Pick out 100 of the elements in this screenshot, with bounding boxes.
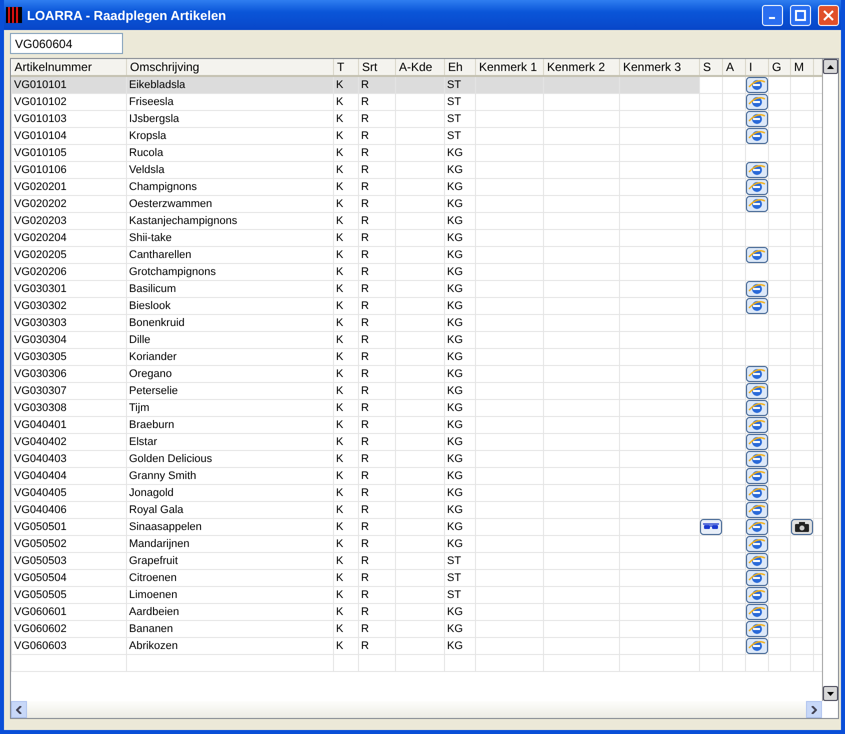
browser-e-icon[interactable] xyxy=(746,94,768,110)
browser-e-icon[interactable] xyxy=(746,298,768,314)
table-row[interactable]: VG010105 Rucola K R KG xyxy=(12,144,822,162)
table-row[interactable]: VG010101 Eikebladsla K R ST xyxy=(12,76,822,94)
column-header[interactable]: A-Kde xyxy=(396,59,444,76)
table-cell: K xyxy=(334,400,358,416)
browser-e-icon[interactable] xyxy=(746,282,768,296)
table-row[interactable]: VG040405 Jonagold K R KG xyxy=(12,484,822,502)
table-row[interactable]: VG010102 Friseesla K R ST xyxy=(12,94,822,110)
column-header[interactable]: S xyxy=(700,59,722,76)
vertical-scrollbar[interactable] xyxy=(822,59,838,701)
left-chevron-icon xyxy=(16,706,22,714)
table-row[interactable]: VG040402 Elstar K R KG xyxy=(12,434,822,450)
column-header[interactable]: Kenmerk 3 xyxy=(620,59,700,76)
table-row[interactable]: VG020201 Champignons K R KG xyxy=(12,178,822,196)
table-row[interactable]: VG030306 Oregano K R KG xyxy=(12,366,822,382)
table-row[interactable]: VG060603 Abrikozen K R KG xyxy=(12,638,822,654)
horizontal-scrollbar[interactable] xyxy=(11,701,822,718)
table-row[interactable]: VG060602 Bananen K R KG xyxy=(12,620,822,638)
table-row[interactable]: VG030301 Basilicum K R KG xyxy=(12,280,822,298)
browser-e-icon[interactable] xyxy=(746,536,768,552)
table-row[interactable]: VG050505 Limoenen K R ST xyxy=(12,586,822,604)
maximize-button[interactable] xyxy=(790,4,811,26)
browser-e-icon[interactable] xyxy=(746,180,768,194)
table-row[interactable]: VG010103 IJsbergsla K R ST xyxy=(12,110,822,128)
browser-e-icon[interactable] xyxy=(746,604,768,620)
table-row[interactable]: VG040406 Royal Gala K R KG xyxy=(12,502,822,518)
column-header[interactable]: Srt xyxy=(358,59,396,76)
table-row[interactable]: VG050502 Mandarijnen K R KG xyxy=(12,536,822,552)
browser-e-icon[interactable] xyxy=(746,400,768,416)
browser-e-icon[interactable] xyxy=(746,622,768,636)
browser-e-icon[interactable] xyxy=(746,418,768,432)
table-cell: K xyxy=(334,162,358,178)
scroll-right-button[interactable] xyxy=(806,701,822,718)
column-header[interactable]: G xyxy=(768,59,790,76)
table-row[interactable]: VG020206 Grotchampignons K R KG xyxy=(12,264,822,280)
column-header[interactable]: Kenmerk 2 xyxy=(544,59,620,76)
table-row[interactable]: VG030303 Bonenkruid K R KG xyxy=(12,314,822,332)
browser-e-icon[interactable] xyxy=(746,112,768,126)
browser-e-icon[interactable] xyxy=(746,77,768,93)
browser-e-icon[interactable] xyxy=(746,434,768,450)
column-header[interactable]: Omschrijving xyxy=(126,59,334,76)
table-row[interactable]: VG050503 Grapefruit K R ST xyxy=(12,552,822,570)
browser-e-icon[interactable] xyxy=(746,128,768,144)
close-button[interactable] xyxy=(818,4,839,26)
browser-e-icon[interactable] xyxy=(746,520,768,534)
table-row[interactable]: VG040404 Granny Smith K R KG xyxy=(12,468,822,484)
table-cell: VG040405 xyxy=(12,484,126,502)
browser-e-icon[interactable] xyxy=(746,384,768,398)
table-cell: R xyxy=(358,280,396,298)
column-header[interactable]: T xyxy=(334,59,358,76)
browser-e-icon[interactable] xyxy=(746,588,768,602)
table-row[interactable]: VG020204 Shii-take K R KG xyxy=(12,230,822,246)
browser-e-icon[interactable] xyxy=(746,366,768,382)
column-header[interactable]: M xyxy=(790,59,814,76)
table-row[interactable]: VG020205 Cantharellen K R KG xyxy=(12,246,822,264)
table-row[interactable]: VG030307 Peterselie K R KG xyxy=(12,382,822,400)
browser-e-icon[interactable] xyxy=(746,554,768,568)
table-row[interactable]: VG050501 Sinaasappelen K R KG xyxy=(12,518,822,536)
search-field[interactable]: VG060604 xyxy=(10,33,123,54)
table-cell: K xyxy=(334,94,358,110)
table-row[interactable]: VG030304 Dille K R KG xyxy=(12,332,822,348)
table-cell: R xyxy=(358,638,396,654)
table-row[interactable]: VG020202 Oesterzwammen K R KG xyxy=(12,196,822,212)
browser-e-icon[interactable] xyxy=(746,248,768,262)
table-row[interactable]: VG040401 Braeburn K R KG xyxy=(12,416,822,434)
browser-e-icon[interactable] xyxy=(746,570,768,586)
scroll-down-button[interactable] xyxy=(823,686,838,701)
table-row[interactable]: VG050504 Citroenen K R ST xyxy=(12,570,822,586)
table-row[interactable]: VG040403 Golden Delicious K R KG xyxy=(12,450,822,468)
browser-e-icon[interactable] xyxy=(746,162,768,178)
browser-e-icon[interactable] xyxy=(746,638,768,654)
browser-e-icon[interactable] xyxy=(746,486,768,500)
minimize-button[interactable] xyxy=(762,4,783,26)
column-header[interactable]: A xyxy=(722,59,746,76)
browser-e-icon[interactable] xyxy=(746,196,768,212)
browser-e-icon[interactable] xyxy=(746,502,768,518)
table-row[interactable]: VG010106 Veldsla K R KG xyxy=(12,162,822,178)
table-row[interactable]: VG060601 Aardbeien K R KG xyxy=(12,604,822,620)
table-cell: VG050504 xyxy=(12,570,126,586)
table-row[interactable]: VG030305 Koriander K R KG xyxy=(12,348,822,366)
column-header[interactable]: I xyxy=(746,59,768,76)
scroll-left-button[interactable] xyxy=(11,701,27,718)
camera-icon[interactable] xyxy=(792,520,812,534)
table-row[interactable]: VG010104 Kropsla K R ST xyxy=(12,128,822,144)
close-icon xyxy=(823,10,834,20)
table-cell: R xyxy=(358,178,396,196)
scroll-up-button[interactable] xyxy=(823,59,838,74)
table-row[interactable]: VG030302 Bieslook K R KG xyxy=(12,298,822,314)
table-row[interactable]: VG030308 Tijm K R KG xyxy=(12,400,822,416)
column-header[interactable]: Artikelnummer xyxy=(12,59,126,76)
browser-e-icon[interactable] xyxy=(746,452,768,466)
table-row[interactable]: VG020203 Kastanjechampignons K R KG xyxy=(12,212,822,230)
glasses-icon[interactable] xyxy=(700,520,722,534)
column-header[interactable]: Kenmerk 1 xyxy=(476,59,544,76)
table-cell: KG xyxy=(444,162,476,178)
table-cell: R xyxy=(358,332,396,348)
table-cell: R xyxy=(358,382,396,400)
column-header[interactable]: Eh xyxy=(444,59,476,76)
browser-e-icon[interactable] xyxy=(746,468,768,484)
